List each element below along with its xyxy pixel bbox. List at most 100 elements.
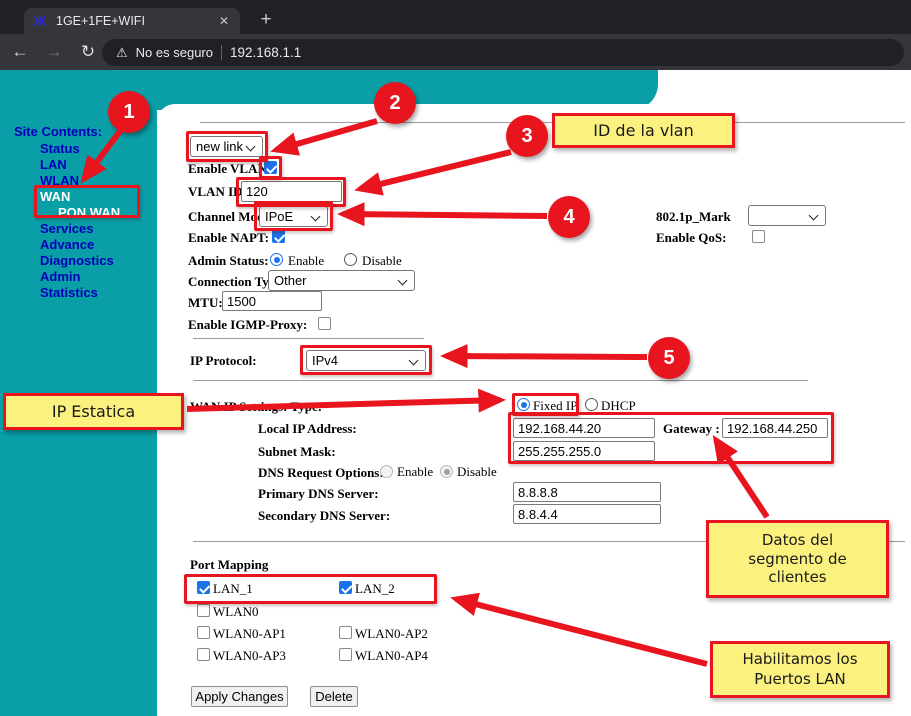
tab-bar: Ж 1GE+1FE+WIFI ✕ + [0, 0, 911, 34]
ip-protocol-select[interactable]: IPv4 [306, 350, 426, 371]
sidebar-item-statistics[interactable]: Statistics [40, 285, 98, 300]
lan1-label: LAN_1 [213, 581, 253, 597]
url-text: 192.168.1.1 [230, 45, 301, 60]
local-ip-input[interactable]: 192.168.44.20 [513, 418, 655, 438]
vlan-id-label: VLAN ID: [188, 184, 247, 200]
link-select-value: new link [196, 139, 243, 154]
mtu-label: MTU: [188, 295, 223, 311]
802-1p-mark-label: 802.1p_Mark [656, 209, 731, 225]
wan-ip-type-label: WAN IP Settings: Type: [190, 399, 322, 415]
dhcp-label: DHCP [601, 398, 636, 414]
forward-icon[interactable]: → [40, 38, 68, 66]
channel-mode-value: IPoE [265, 209, 293, 224]
wlan0-ap4-label: WLAN0-AP4 [355, 648, 428, 664]
wlan0-ap3-checkbox[interactable] [197, 648, 210, 661]
admin-disable-label: Disable [362, 253, 402, 269]
gateway-input[interactable]: 192.168.44.250 [722, 418, 828, 438]
sidebar-item-pon-wan[interactable]: PON WAN [58, 205, 120, 220]
step-circle-5: 5 [648, 337, 690, 379]
dns-disable-label: Disable [457, 464, 497, 480]
apply-changes-button[interactable]: Apply Changes [191, 686, 288, 707]
wlan0-ap1-label: WLAN0-AP1 [213, 626, 286, 642]
security-label: No es seguro [136, 45, 213, 60]
omnibox-divider [221, 45, 222, 60]
subnet-label: Subnet Mask: [258, 444, 336, 460]
lan2-label: LAN_2 [355, 581, 395, 597]
lan1-checkbox[interactable] [197, 581, 210, 594]
back-icon[interactable]: ← [6, 38, 34, 66]
mtu-input[interactable]: 1500 [222, 291, 322, 311]
delete-button[interactable]: Delete [310, 686, 358, 707]
dns-options-label: DNS Request Options: [258, 465, 384, 481]
callout-lan-ports: Habilitamos los Puertos LAN [710, 641, 890, 698]
step-circle-4: 4 [548, 196, 590, 238]
ip-protocol-label: IP Protocol: [190, 353, 257, 369]
callout-client-segment: Datos del segmento de clientes [706, 520, 889, 598]
enable-vlan-label: Enable VLAN: [188, 161, 271, 177]
chevron-down-icon [246, 142, 256, 152]
tab-title: 1GE+1FE+WIFI [56, 14, 208, 28]
channel-mode-select[interactable]: IPoE [259, 206, 328, 227]
sidebar-item-diagnostics[interactable]: Diagnostics [40, 253, 114, 268]
dns-enable-label: Enable [397, 464, 433, 480]
sidebar-item-wlan[interactable]: WLAN [40, 173, 79, 188]
sidebar-item-admin[interactable]: Admin [40, 269, 80, 284]
ip-protocol-value: IPv4 [312, 353, 338, 368]
enable-napt-checkbox[interactable] [272, 230, 285, 243]
secondary-dns-input[interactable]: 8.8.4.4 [513, 504, 661, 524]
channel-mode-label: Channel Mode [188, 209, 270, 225]
browser-toolbar: ← → ↻ ⚠ No es seguro 192.168.1.1 [0, 34, 911, 70]
local-ip-label: Local IP Address: [258, 421, 357, 437]
callout-vlan-id: ID de la vlan [552, 113, 735, 148]
wlan0-checkbox[interactable] [197, 604, 210, 617]
connection-type-value: Other [274, 273, 307, 288]
chevron-down-icon [311, 212, 321, 222]
close-tab-icon[interactable]: ✕ [216, 13, 232, 29]
reload-icon[interactable]: ↻ [74, 38, 102, 66]
step-circle-1: 1 [108, 91, 150, 133]
callout-static-ip: IP Estatica [3, 393, 184, 430]
primary-dns-input[interactable]: 8.8.8.8 [513, 482, 661, 502]
sidebar-title: Site Contents: [14, 124, 102, 139]
admin-disable-radio[interactable] [344, 253, 357, 266]
not-secure-warning-icon: ⚠ [116, 45, 128, 61]
subnet-input[interactable]: 255.255.255.0 [513, 441, 655, 461]
fixed-ip-radio[interactable] [517, 398, 530, 411]
sidebar-item-services[interactable]: Services [40, 221, 94, 236]
wlan0-ap2-checkbox[interactable] [339, 626, 352, 639]
address-bar[interactable]: ⚠ No es seguro 192.168.1.1 [102, 39, 904, 66]
dhcp-radio[interactable] [585, 398, 598, 411]
dns-disable-radio[interactable] [440, 465, 453, 478]
admin-enable-radio[interactable] [270, 253, 283, 266]
802-1p-mark-select[interactable] [748, 205, 826, 226]
connection-type-select[interactable]: Other [268, 270, 415, 291]
igmp-checkbox[interactable] [318, 317, 331, 330]
step-circle-3: 3 [506, 115, 548, 157]
primary-dns-label: Primary DNS Server: [258, 486, 379, 502]
admin-enable-label: Enable [288, 253, 324, 269]
chevron-down-icon [409, 356, 419, 366]
igmp-label: Enable IGMP-Proxy: [188, 317, 307, 333]
wlan0-ap4-checkbox[interactable] [339, 648, 352, 661]
sidebar-item-lan[interactable]: LAN [40, 157, 67, 172]
step-circle-2: 2 [374, 82, 416, 124]
admin-status-label: Admin Status: [188, 253, 269, 269]
gateway-label: Gateway : [663, 421, 720, 437]
new-tab-button[interactable]: + [254, 9, 278, 33]
favicon-icon: Ж [32, 13, 48, 29]
divider [193, 380, 808, 381]
browser-tab[interactable]: Ж 1GE+1FE+WIFI ✕ [24, 8, 240, 34]
chevron-down-icon [398, 276, 408, 286]
lan2-checkbox[interactable] [339, 581, 352, 594]
sidebar-item-wan[interactable]: WAN [40, 189, 70, 204]
enable-vlan-checkbox[interactable] [264, 161, 277, 174]
wlan0-ap1-checkbox[interactable] [197, 626, 210, 639]
enable-qos-checkbox[interactable] [752, 230, 765, 243]
sidebar-item-status[interactable]: Status [40, 141, 80, 156]
dns-enable-radio[interactable] [380, 465, 393, 478]
sidebar-item-advance[interactable]: Advance [40, 237, 94, 252]
vlan-id-input[interactable]: 120 [241, 181, 342, 202]
secondary-dns-label: Secondary DNS Server: [258, 508, 390, 524]
wlan0-ap2-label: WLAN0-AP2 [355, 626, 428, 642]
link-select[interactable]: new link [190, 136, 263, 157]
